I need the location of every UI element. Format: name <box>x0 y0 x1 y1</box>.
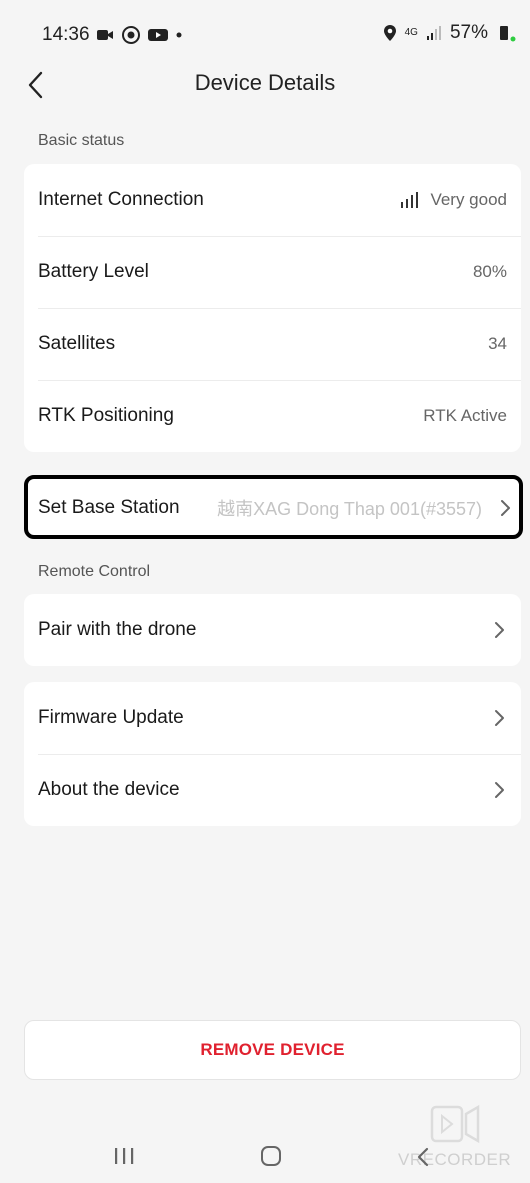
system-nav-bar <box>0 1120 530 1183</box>
notification-icons <box>96 26 182 44</box>
row-label: About the device <box>38 779 180 800</box>
row-value: Very good <box>400 190 507 210</box>
signal-strength-icon <box>401 192 419 208</box>
location-icon <box>383 25 396 41</box>
remove-device-button[interactable]: REMOVE DEVICE <box>24 1020 521 1080</box>
internet-status-text: Very good <box>430 190 507 209</box>
status-time: 14:36 <box>42 24 90 45</box>
row-label: Satellites <box>38 333 116 354</box>
device-card: Firmware Update About the device <box>24 682 521 826</box>
browser-icon <box>122 26 140 44</box>
basic-status-card: Internet Connection Very good Battery Le… <box>24 164 521 452</box>
remote-control-card: Pair with the drone <box>24 594 521 666</box>
dot-icon <box>176 32 182 38</box>
row-value: 80% <box>472 262 507 281</box>
row-battery-level: Battery Level 80% <box>24 236 521 308</box>
row-internet-connection: Internet Connection Very good <box>24 164 521 236</box>
row-label: Firmware Update <box>38 707 184 728</box>
chevron-right-icon <box>495 782 504 798</box>
row-label: RTK Positioning <box>38 405 174 426</box>
recent-apps-icon[interactable] <box>113 1146 135 1166</box>
about-device-item[interactable]: About the device <box>24 754 521 826</box>
pair-with-drone-item[interactable]: Pair with the drone <box>24 594 521 666</box>
row-label: Battery Level <box>38 261 149 282</box>
video-call-icon <box>97 30 113 40</box>
row-value: RTK Active <box>423 406 507 425</box>
row-label: Internet Connection <box>38 189 204 210</box>
row-rtk-positioning: RTK Positioning RTK Active <box>24 380 521 452</box>
chevron-right-icon <box>501 500 510 516</box>
row-label: Set Base Station <box>38 497 180 518</box>
network-type-label: 4G <box>404 27 418 38</box>
chevron-right-icon <box>495 710 504 726</box>
page-title: Device Details <box>194 70 336 95</box>
home-icon[interactable] <box>260 1146 282 1166</box>
header: Device Details <box>0 60 530 110</box>
row-label: Pair with the drone <box>38 619 197 640</box>
base-station-value: 越南XAG Dong Thap 001(#3557) <box>217 499 482 519</box>
system-icons: 4G 57% <box>383 22 516 44</box>
row-satellites: Satellites 34 <box>24 308 521 380</box>
battery-icon <box>500 26 516 42</box>
set-base-station-content[interactable]: Set Base Station 越南XAG Dong Thap 001(#35… <box>38 493 512 523</box>
youtube-icon <box>148 29 168 41</box>
signal-icon <box>426 26 441 40</box>
nav-back-icon[interactable] <box>414 1146 434 1168</box>
row-value: 34 <box>488 334 507 353</box>
firmware-update-item[interactable]: Firmware Update <box>24 682 521 754</box>
section-label-remote-control: Remote Control <box>38 563 151 580</box>
section-label-basic-status: Basic status <box>38 132 125 149</box>
chevron-right-icon <box>495 622 504 638</box>
battery-percent: 57% <box>449 22 488 43</box>
